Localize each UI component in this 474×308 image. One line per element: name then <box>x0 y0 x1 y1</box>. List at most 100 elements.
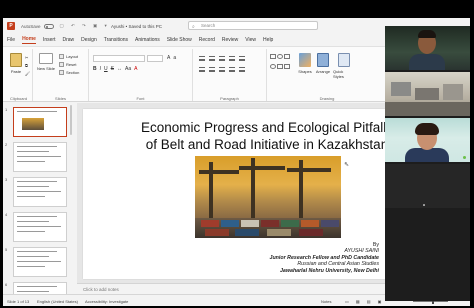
tab-help[interactable]: Help <box>263 37 273 44</box>
current-slide[interactable]: Economic Progress and Ecological Pitfall… <box>83 109 387 279</box>
slides-group: New Slide Layout Reset Section Slides <box>33 49 89 101</box>
slide-thumbnail[interactable] <box>13 247 67 277</box>
shapes-gallery[interactable] <box>270 54 292 72</box>
align-left-icon[interactable] <box>199 67 205 72</box>
tab-view[interactable]: View <box>245 37 256 44</box>
tab-design[interactable]: Design <box>81 37 97 44</box>
thumbnail-number: 3 <box>5 177 8 182</box>
tab-draw[interactable]: Draw <box>62 37 74 44</box>
quick-styles-icon <box>338 53 350 67</box>
layout-button[interactable]: Layout <box>59 54 78 59</box>
decrease-indent-icon[interactable] <box>219 56 225 61</box>
language-indicator[interactable]: English (United States) <box>37 299 78 304</box>
tab-slide-show[interactable]: Slide Show <box>167 37 192 44</box>
view-buttons[interactable]: ▭ ▦ ▤ ▣ <box>345 299 384 304</box>
tab-file[interactable]: File <box>7 37 15 44</box>
accessibility-indicator[interactable]: Accessibility: Investigate <box>85 299 128 304</box>
quick-styles-button[interactable]: Quick Styles <box>333 53 355 81</box>
slide-title-line-1: Economic Progress and Ecological Pitfall… <box>140 120 387 135</box>
paragraph-group-label: Paragraph <box>220 96 239 101</box>
arrange-label: Arrange <box>315 69 331 74</box>
video-participants-panel <box>385 26 470 301</box>
bullets-icon[interactable] <box>199 56 205 61</box>
scissors-icon: ✂ <box>25 55 29 60</box>
mic-active-icon <box>463 156 466 159</box>
quick-access-toolbar[interactable]: ▢ ↶ ↷ ▣ ▾ <box>60 23 110 29</box>
autosave-toggle[interactable] <box>43 23 54 29</box>
font-group: Aa B I U S ↔ Aa A Font <box>89 49 193 101</box>
thumbnail-number: 6 <box>5 282 8 287</box>
slide-thumbnail-pane: 1 2 3 4 5 6 <box>3 103 76 294</box>
change-case-icon[interactable]: Aa <box>125 66 131 72</box>
align-right-icon[interactable] <box>219 67 225 72</box>
align-center-icon[interactable] <box>209 67 215 72</box>
numbering-icon[interactable] <box>209 56 215 61</box>
slide-title-line-2: of Belt and Road Initiative in Kazakhsta… <box>145 137 387 152</box>
clipboard-group-label: Clipboard <box>9 96 28 101</box>
cut-button[interactable]: ✂ <box>25 55 28 60</box>
shapes-button[interactable]: Shapes <box>297 53 313 81</box>
new-slide-button[interactable]: New Slide <box>37 53 55 81</box>
font-group-label: Font <box>136 96 145 101</box>
participant-video-4[interactable] <box>385 164 470 208</box>
format-painter-button[interactable]: 🖌 <box>25 71 30 76</box>
slide-title[interactable]: Economic Progress and Ecological Pitfall… <box>117 119 387 153</box>
line-spacing-icon[interactable] <box>239 56 245 61</box>
copy-button[interactable]: ⧉ <box>25 63 28 68</box>
slide-thumbnail[interactable] <box>13 142 67 172</box>
autosave-label: AutoSave <box>21 23 41 29</box>
decrease-font-icon[interactable]: a <box>173 55 176 61</box>
underline-icon[interactable]: U <box>104 66 108 72</box>
italic-icon[interactable]: I <box>100 66 101 72</box>
tab-insert[interactable]: Insert <box>43 37 56 44</box>
participant-video-1[interactable] <box>385 26 470 70</box>
copy-icon: ⧉ <box>25 63 28 68</box>
drawing-group-label: Drawing <box>319 96 335 101</box>
paste-label: Paste <box>10 69 22 74</box>
slide-thumbnail[interactable] <box>13 282 67 294</box>
tab-transitions[interactable]: Transitions <box>104 37 128 44</box>
paragraph-row-1 <box>199 56 245 61</box>
drawing-group: Shapes Arrange Quick Styles Drawing <box>267 49 387 101</box>
font-format-row: B I U S ↔ Aa A <box>93 66 137 72</box>
new-slide-label: New Slide <box>37 66 56 71</box>
zoom-slider[interactable] <box>413 299 448 304</box>
tab-review[interactable]: Review <box>222 37 238 44</box>
justify-icon[interactable] <box>229 67 235 72</box>
section-button[interactable]: Section <box>59 70 79 75</box>
paste-button[interactable]: Paste <box>8 53 24 81</box>
clipboard-group: Paste ✂ ⧉ 🖌 Clipboard <box>5 49 33 101</box>
char-spacing-icon[interactable]: ↔ <box>117 66 122 72</box>
notes-toggle[interactable]: Notes <box>321 299 331 304</box>
arrange-icon <box>317 53 329 67</box>
slide-thumbnail[interactable] <box>13 212 67 242</box>
slide-credits[interactable]: By AYUSHI SAINI Junior Research Fellow a… <box>179 242 380 274</box>
thumbnail-scrollbar[interactable] <box>70 105 72 135</box>
increase-indent-icon[interactable] <box>229 56 235 61</box>
slides-group-label: Slides <box>55 96 66 101</box>
increase-font-icon[interactable]: A <box>167 55 170 61</box>
arrange-button[interactable]: Arrange <box>315 53 331 81</box>
font-size-dropdown[interactable] <box>147 55 163 62</box>
credits-university: Jawaharlal Nehru University, New Delhi <box>279 267 379 274</box>
port-cranes-photo[interactable] <box>195 156 341 238</box>
tab-animations[interactable]: Animations <box>135 37 160 44</box>
slide-counter: Slide 1 of 13 <box>7 299 30 304</box>
thumbnail-number: 4 <box>5 212 8 217</box>
tab-home[interactable]: Home <box>22 36 36 44</box>
screen-frame: P AutoSave ▢ ↶ ↷ ▣ ▾ Ayushi • Saved to t… <box>0 0 474 308</box>
notes-pane[interactable]: Click to add notes <box>77 283 391 294</box>
search-box[interactable]: ⌕ Search <box>188 21 318 30</box>
reset-button[interactable]: Reset <box>59 62 76 67</box>
slide-thumbnail[interactable] <box>13 107 67 137</box>
participant-video-2[interactable] <box>385 72 470 116</box>
strikethrough-icon[interactable]: S <box>111 66 114 72</box>
participant-video-3[interactable] <box>385 118 470 162</box>
font-family-dropdown[interactable] <box>93 55 145 62</box>
mouse-cursor-icon: ⇖ <box>344 162 350 168</box>
slide-thumbnail[interactable] <box>13 177 67 207</box>
bold-icon[interactable]: B <box>93 66 97 72</box>
tab-record[interactable]: Record <box>199 37 215 44</box>
columns-icon[interactable] <box>239 67 245 72</box>
font-color-icon[interactable]: A <box>134 66 137 72</box>
